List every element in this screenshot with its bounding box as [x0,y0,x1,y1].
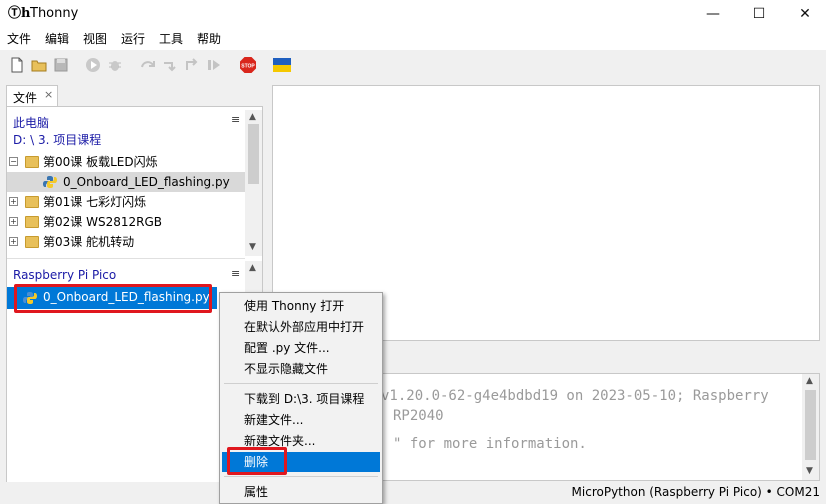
resume-icon[interactable] [206,57,222,73]
thonny-app-icon: Ⓣh [8,6,31,21]
ukraine-flag-icon[interactable] [273,58,291,72]
tree-row-lesson00[interactable]: − 第00课 板载LED闪烁 [7,152,245,172]
menu-separator [224,383,378,384]
toolbar: STOP [0,50,826,80]
scroll-thumb[interactable] [805,390,816,460]
step-over-icon[interactable] [140,57,156,73]
scroll-thumb[interactable] [248,124,259,184]
tab-files-close-icon[interactable]: × [44,88,53,101]
save-icon[interactable] [53,57,69,73]
folder-icon [25,216,39,228]
shell-line-1: v1.20.0-62-g4e4bdbd19 on 2023-05-10; Ras… [381,388,769,404]
pico-title: Raspberry Pi Pico [13,268,117,282]
expand-icon[interactable]: + [9,217,18,226]
menu-edit[interactable]: 编辑 [45,31,69,47]
menu-item-download[interactable]: 下载到 D:\3. 项目课程 [222,389,380,409]
scroll-down-icon[interactable]: ▼ [249,242,256,252]
this-computer-title: 此电脑 [13,116,50,130]
folder-icon [25,236,39,248]
menu-tools[interactable]: 工具 [159,31,183,47]
menu-run[interactable]: 运行 [121,31,145,47]
menu-item-open-in-thonny[interactable]: 使用 Thonny 打开 [222,296,380,316]
menu-item-configure-py[interactable]: 配置 .py 文件... [222,338,380,358]
step-into-icon[interactable] [162,57,178,73]
current-path: D: \ 3. 项目课程 [13,133,102,147]
tree-row-label: 0_Onboard_LED_flashing.py [63,175,230,189]
status-bar: MicroPython (Raspberry Pi Pico) • COM21 [0,482,826,504]
scroll-up-icon[interactable]: ▲ [806,376,813,386]
tree-row-label: 第01课 七彩灯闪烁 [43,195,147,209]
run-icon[interactable] [85,57,101,73]
new-file-icon[interactable] [9,57,25,73]
tree-row-py-file[interactable]: 0_Onboard_LED_flashing.py [7,172,245,192]
tree-row-lesson02[interactable]: + 第02课 WS2812RGB [7,212,245,232]
title-bar: Ⓣh Thonny — ☐ ✕ [0,0,826,28]
python-file-icon [43,176,57,188]
maximize-button[interactable]: ☐ [736,0,782,28]
open-file-icon[interactable] [31,57,47,73]
menu-view[interactable]: 视图 [83,31,107,47]
collapse-icon[interactable]: − [9,157,18,166]
menu-item-properties[interactable]: 属性 [222,482,380,502]
tree-row-label: 第03课 舵机转动 [43,235,135,249]
folder-icon [25,196,39,208]
tree-row-label: 第02课 WS2812RGB [43,215,162,229]
tab-files[interactable]: 文件 × [6,85,58,107]
tree-row-lesson03[interactable]: + 第03课 舵机转动 [7,232,245,252]
file-tree-scrollbar[interactable]: ▲ ▼ [245,110,262,256]
menu-file[interactable]: 文件 [7,31,31,47]
scroll-up-icon[interactable]: ▲ [249,263,256,273]
menu-item-new-file[interactable]: 新建文件... [222,410,380,430]
this-computer-menu-icon[interactable]: ≡ [231,113,240,126]
shell-line-2: RP2040 [393,408,444,424]
shell-line-3: " for more information. [393,436,587,452]
pico-menu-icon[interactable]: ≡ [231,267,240,280]
tab-files-label: 文件 [13,91,38,105]
stop-icon-label: STOP [241,64,255,70]
menu-item-hide-hidden[interactable]: 不显示隐藏文件 [222,359,380,379]
tree-row-label: 第00课 板载LED闪烁 [43,155,158,169]
stop-icon[interactable]: STOP [239,56,257,74]
close-button[interactable]: ✕ [782,0,826,28]
menu-help[interactable]: 帮助 [197,31,221,47]
expand-icon[interactable]: + [9,197,18,206]
folder-icon [25,156,39,168]
tree-row-lesson01[interactable]: + 第01课 七彩灯闪烁 [7,192,245,212]
menu-bar: 文件 编辑 视图 运行 工具 帮助 [0,28,826,50]
menu-item-open-external[interactable]: 在默认外部应用中打开 [222,317,380,337]
window-title: Thonny [30,6,79,21]
debug-icon[interactable] [107,57,123,73]
interpreter-status[interactable]: MicroPython (Raspberry Pi Pico) • COM21 [572,485,820,499]
menu-separator [224,476,378,477]
annotation-highlight-box [227,447,287,475]
minimize-button[interactable]: — [690,0,736,28]
scroll-up-icon[interactable]: ▲ [249,112,256,122]
panel-divider [7,258,245,259]
scroll-down-icon[interactable]: ▼ [806,466,813,476]
expand-icon[interactable]: + [9,237,18,246]
shell-scrollbar[interactable]: ▲ ▼ [802,374,819,480]
annotation-highlight-box [14,284,212,313]
step-out-icon[interactable] [184,57,200,73]
